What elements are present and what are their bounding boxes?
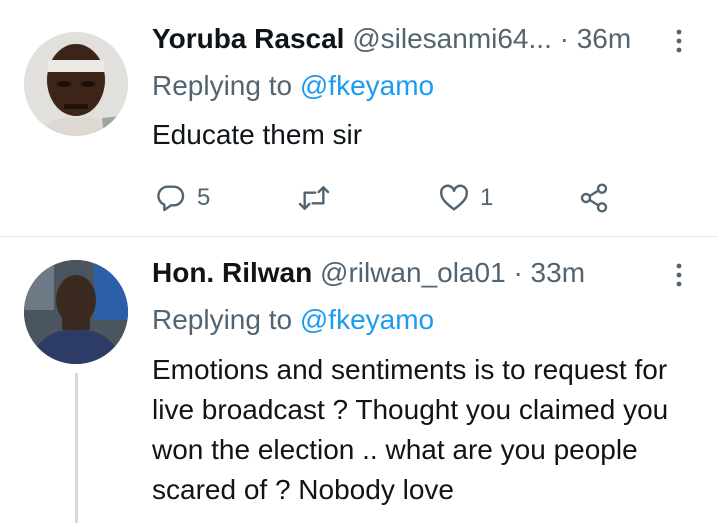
replying-to-line: Replying to @fkeyamo bbox=[152, 69, 434, 103]
like-icon bbox=[438, 182, 470, 214]
avatar[interactable] bbox=[24, 260, 128, 364]
avatar-image bbox=[24, 260, 128, 364]
tweet-timestamp[interactable]: 33m bbox=[531, 257, 585, 288]
author-name[interactable]: Yoruba Rascal bbox=[152, 23, 344, 54]
retweet-icon bbox=[296, 182, 332, 214]
avatar[interactable] bbox=[24, 32, 128, 136]
like-count: 1 bbox=[480, 184, 494, 211]
thread-connector-line bbox=[75, 373, 78, 523]
more-icon[interactable] bbox=[670, 24, 688, 58]
separator-dot: · bbox=[513, 257, 523, 288]
tweet-header: Hon. Rilwan @rilwan_ola01 · 33m bbox=[152, 256, 585, 290]
author-name[interactable]: Hon. Rilwan bbox=[152, 257, 312, 288]
replying-to-label: Replying to bbox=[152, 70, 293, 101]
retweet-button[interactable] bbox=[296, 178, 332, 218]
author-handle[interactable]: @silesanmi64... bbox=[352, 23, 552, 54]
tweet-timestamp[interactable]: 36m bbox=[577, 23, 631, 54]
tweet-header: Yoruba Rascal @silesanmi64... · 36m bbox=[152, 22, 631, 56]
mention-link[interactable]: @fkeyamo bbox=[300, 304, 434, 335]
reply-count: 5 bbox=[197, 184, 211, 211]
mention-link[interactable]: @fkeyamo bbox=[300, 70, 434, 101]
tweet-text: Educate them sir bbox=[152, 119, 363, 150]
share-icon bbox=[578, 182, 610, 214]
like-button[interactable]: 1 bbox=[438, 178, 493, 218]
reply-button[interactable]: 5 bbox=[155, 178, 210, 218]
replying-to-line: Replying to @fkeyamo bbox=[152, 303, 434, 337]
tweet[interactable]: Yoruba Rascal @silesanmi64... · 36m Repl… bbox=[0, 0, 718, 236]
author-handle[interactable]: @rilwan_ola01 bbox=[320, 257, 506, 288]
avatar-image bbox=[24, 32, 128, 136]
more-icon[interactable] bbox=[670, 258, 688, 292]
tweet-actions: 5 1 bbox=[0, 178, 718, 218]
replying-to-label: Replying to bbox=[152, 304, 293, 335]
reply-icon bbox=[155, 182, 187, 214]
separator-dot: · bbox=[559, 23, 569, 54]
share-button[interactable] bbox=[578, 178, 610, 218]
tweet-text: Emotions and sentiments is to request fo… bbox=[152, 354, 669, 505]
